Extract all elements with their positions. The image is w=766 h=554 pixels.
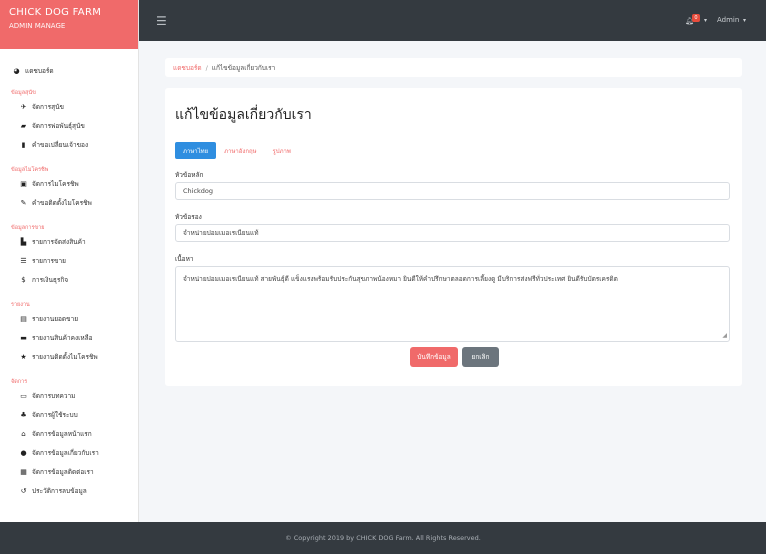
- sidebar-item-label: รายงานสินค้าคงเหลือ: [32, 333, 93, 342]
- dollar-icon: $: [21, 275, 26, 284]
- sidebar-item-sales-report[interactable]: ▤ รายงานยอดขาย: [0, 309, 138, 328]
- sidebar-item-finance[interactable]: $ การเงินธุรกิจ: [0, 270, 138, 289]
- truck-icon: ▙: [20, 237, 27, 246]
- content-textarea[interactable]: จำหน่ายปอมเมอเรเนียนแท้ สายพันธุ์ดี แข็ง…: [175, 266, 730, 342]
- sidebar-item-dashboard[interactable]: ◕ แดชบอร์ด: [0, 61, 138, 80]
- user-menu[interactable]: Admin: [717, 16, 739, 24]
- edit-about-card: แก้ไขข้อมูลเกี่ยวกับเรา ภาษาไทย ภาษาอังก…: [165, 88, 742, 386]
- sidebar-item-homepage[interactable]: ⌂ จัดการข้อมูลหน้าแรก: [0, 424, 138, 443]
- sidebar-section-microchip: ข้อมูลไมโครชิพ: [11, 167, 49, 173]
- chevron-down-icon[interactable]: ▾: [704, 17, 707, 24]
- sidebar-item-label: คำขอติดตั้งไมโครชิพ: [32, 198, 92, 207]
- sidebar-section-manage: จัดการ: [11, 379, 28, 385]
- sidebar: CHICK DOG FARM ADMIN MANAGE ◕ แดชบอร์ด ข…: [0, 0, 139, 522]
- archive-icon: ▬: [20, 333, 27, 342]
- sidebar-item-manage-microchips[interactable]: ▣ จัดการไมโครชิพ: [0, 174, 138, 193]
- sidebar-item-label: รายงานติดตั้งไมโครชิพ: [32, 352, 98, 361]
- topbar: ☰ 🔔︎ 0 ▾ Admin ▾: [139, 0, 766, 41]
- breadcrumb: แดชบอร์ด / แก้ไขข้อมูลเกี่ยวกับเรา: [165, 58, 742, 77]
- language-tabs: ภาษาไทย ภาษาอังกฤษ รูปภาพ: [175, 142, 299, 159]
- notification-badge: 0: [692, 14, 700, 22]
- sidebar-item-label: จัดการไมโครชิพ: [32, 179, 79, 188]
- sidebar-item-delete-history[interactable]: ↺ ประวัติการลบข้อมูล: [0, 481, 138, 500]
- history-icon: ↺: [20, 486, 27, 495]
- paw-icon: ✈: [20, 102, 27, 111]
- info-icon: ●: [20, 448, 27, 457]
- heading-label: หัวข้อหลัก: [175, 171, 204, 179]
- sidebar-item-label: จัดการสุนัข: [32, 102, 64, 111]
- sidebar-item-microchip-requests[interactable]: ✎ คำขอติดตั้งไมโครชิพ: [0, 193, 138, 212]
- brand[interactable]: CHICK DOG FARM ADMIN MANAGE: [0, 0, 138, 49]
- sidebar-item-ownership-requests[interactable]: ▮ คำขอเปลี่ยนเจ้าของ: [0, 135, 138, 154]
- breadcrumb-current: แก้ไขข้อมูลเกี่ยวกับเรา: [211, 63, 276, 72]
- heading-input[interactable]: Chickdog: [175, 182, 730, 200]
- save-button[interactable]: บันทึกข้อมูล: [410, 347, 458, 367]
- sidebar-item-manage-sires[interactable]: ▰ จัดการพ่อพันธุ์สุนัข: [0, 116, 138, 135]
- home-icon: ⌂: [21, 429, 26, 438]
- copyright-text: © Copyright 2019 by CHICK DOG Farm. All …: [285, 534, 481, 542]
- sidebar-item-label: จัดการข้อมูลเกี่ยวกับเรา: [32, 448, 99, 457]
- breadcrumb-home-link[interactable]: แดชบอร์ด: [173, 63, 202, 73]
- sidebar-section-reports: รายงาน: [11, 302, 30, 308]
- star-icon: ★: [20, 352, 27, 361]
- sidebar-item-about-us[interactable]: ● จัดการข้อมูลเกี่ยวกับเรา: [0, 443, 138, 462]
- car-icon: ▰: [20, 121, 27, 130]
- users-icon: ♣: [20, 410, 27, 419]
- sidebar-item-label: แดชบอร์ด: [25, 66, 54, 75]
- sidebar-item-label: การเงินธุรกิจ: [32, 275, 69, 284]
- pen-icon: ✎: [20, 198, 27, 207]
- sidebar-item-label: รายการขาย: [32, 256, 66, 265]
- content-text: จำหน่ายปอมเมอเรเนียนแท้ สายพันธุ์ดี แข็ง…: [183, 275, 618, 283]
- document-icon: ▤: [20, 314, 27, 323]
- receipt-icon: ☰: [20, 256, 27, 265]
- article-icon: ▭: [20, 391, 27, 400]
- resize-handle-icon[interactable]: ◢: [722, 332, 727, 339]
- sidebar-item-label: คำขอเปลี่ยนเจ้าของ: [32, 140, 89, 149]
- sidebar-item-articles[interactable]: ▭ จัดการบทความ: [0, 386, 138, 405]
- brand-subtitle: ADMIN MANAGE: [9, 22, 66, 30]
- sidebar-item-shipments[interactable]: ▙ รายการจัดส่งสินค้า: [0, 232, 138, 251]
- sidebar-section-dogs: ข้อมูลสุนัข: [11, 90, 36, 96]
- tab-images[interactable]: รูปภาพ: [265, 142, 299, 159]
- sidebar-item-label: จัดการพ่อพันธุ์สุนัข: [32, 121, 85, 130]
- brand-title: CHICK DOG FARM: [9, 7, 102, 18]
- subheading-label: หัวข้อรอง: [175, 213, 202, 221]
- breadcrumb-separator: /: [205, 63, 208, 72]
- sidebar-item-microchip-report[interactable]: ★ รายงานติดตั้งไมโครชิพ: [0, 347, 138, 366]
- sidebar-item-manage-dogs[interactable]: ✈ จัดการสุนัข: [0, 97, 138, 116]
- sidebar-item-label: จัดการผู้ใช้ระบบ: [32, 410, 78, 419]
- content-label: เนื้อหา: [175, 255, 194, 263]
- tab-english[interactable]: ภาษาอังกฤษ: [216, 142, 264, 159]
- sidebar-item-label: จัดการข้อมูลติดต่อเรา: [32, 467, 94, 476]
- sidebar-item-label: จัดการข้อมูลหน้าแรก: [32, 429, 92, 438]
- page-title: แก้ไขข้อมูลเกี่ยวกับเรา: [175, 107, 312, 123]
- footer: © Copyright 2019 by CHICK DOG Farm. All …: [0, 522, 766, 554]
- bookmark-icon: ▮: [21, 140, 26, 149]
- contact-card-icon: ▦: [20, 467, 27, 476]
- sidebar-section-sales: ข้อมูลการขาย: [11, 225, 45, 231]
- chevron-down-icon[interactable]: ▾: [743, 17, 746, 24]
- hamburger-icon[interactable]: ☰: [156, 14, 167, 28]
- subheading-input[interactable]: จำหน่ายปอมเมอเรเนียนแท้: [175, 224, 730, 242]
- sidebar-item-label: รายงานยอดขาย: [32, 314, 79, 323]
- sidebar-item-label: ประวัติการลบข้อมูล: [32, 486, 87, 495]
- chip-icon: ▣: [20, 179, 27, 188]
- sidebar-item-users[interactable]: ♣ จัดการผู้ใช้ระบบ: [0, 405, 138, 424]
- sidebar-item-label: รายการจัดส่งสินค้า: [32, 237, 86, 246]
- tab-thai[interactable]: ภาษาไทย: [175, 142, 217, 159]
- sidebar-item-sales-list[interactable]: ☰ รายการขาย: [0, 251, 138, 270]
- sidebar-item-contact[interactable]: ▦ จัดการข้อมูลติดต่อเรา: [0, 462, 138, 481]
- sidebar-item-inventory-report[interactable]: ▬ รายงานสินค้าคงเหลือ: [0, 328, 138, 347]
- dashboard-icon: ◕: [13, 66, 20, 75]
- sidebar-item-label: จัดการบทความ: [32, 391, 76, 400]
- cancel-button[interactable]: ยกเลิก: [462, 347, 499, 367]
